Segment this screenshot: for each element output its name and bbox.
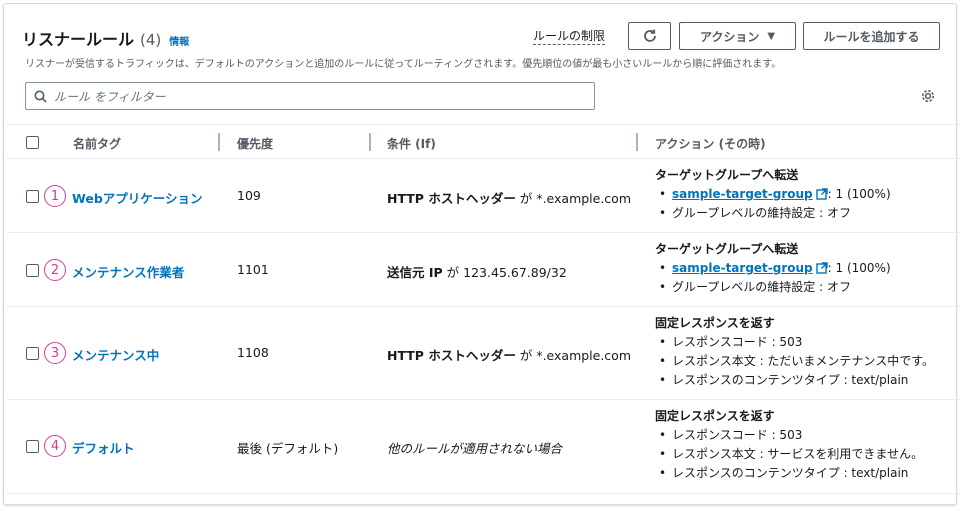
- filter-input[interactable]: ルール をフィルター: [25, 82, 595, 110]
- rule-action: 固定レスポンスを返す レスポンスコード : 503 レスポンス本文 : サービス…: [655, 407, 923, 483]
- condition-op: が: [519, 348, 533, 363]
- annotation-number: 1: [44, 185, 66, 207]
- annotation-number: 3: [44, 342, 66, 364]
- response-body-item: レスポンス本文 : サービスを利用できません。: [655, 445, 923, 464]
- refresh-icon: [643, 29, 656, 42]
- actions-dropdown-button[interactable]: アクション ▼: [679, 22, 796, 50]
- filter-placeholder: ルール をフィルター: [54, 89, 166, 104]
- listener-rules-panel: リスナールール (4) 情報 ルールの制限 アクション ▼ ルールを追加する リ…: [3, 3, 960, 505]
- caret-down-icon: ▼: [767, 30, 776, 42]
- condition-value: 123.45.67.89/32: [463, 265, 567, 280]
- target-group-link[interactable]: sample-target-group: [672, 261, 813, 275]
- condition-value: *.example.com: [536, 348, 632, 363]
- stickiness-item: グループレベルの維持設定 : オフ: [655, 278, 891, 297]
- table-row: 1 Webアプリケーション 109 HTTP ホストヘッダー が *.examp…: [7, 159, 960, 233]
- annotation-number: 2: [44, 259, 66, 281]
- column-name-tag[interactable]: 名前タグ: [73, 135, 121, 152]
- response-body-item: レスポンス本文 : ただいまメンテナンス中です。: [655, 352, 934, 371]
- action-title: 固定レスポンスを返す: [655, 316, 775, 330]
- condition-value: *.example.com: [536, 191, 632, 206]
- rule-action: 固定レスポンスを返す レスポンスコード : 503 レスポンス本文 : ただいま…: [655, 314, 934, 390]
- action-title: ターゲットグループへ転送: [655, 168, 799, 182]
- row-checkbox[interactable]: [26, 264, 39, 277]
- rule-condition: 送信元 IP が 123.45.67.89/32: [387, 262, 567, 281]
- column-action[interactable]: アクション (その時): [655, 135, 766, 152]
- target-group-item: sample-target-group : 1 (100%): [655, 259, 891, 278]
- content-type-item: レスポンスのコンテンツタイプ : text/plain: [655, 371, 934, 390]
- rule-count: (4): [140, 31, 162, 49]
- condition-text: 他のルールが適用されない場合: [387, 441, 563, 456]
- condition-type: HTTP ホストヘッダー: [387, 191, 516, 206]
- external-link-icon: [815, 188, 828, 200]
- info-link[interactable]: 情報: [169, 33, 189, 48]
- rule-limit-link[interactable]: ルールの制限: [533, 29, 606, 45]
- response-code-item: レスポンスコード : 503: [655, 426, 923, 445]
- condition-type: 送信元 IP: [387, 265, 443, 280]
- target-weight: : 1 (100%): [827, 187, 891, 201]
- content-type-item: レスポンスのコンテンツタイプ : text/plain: [655, 464, 923, 483]
- gear-icon[interactable]: [920, 88, 936, 107]
- rule-priority: 1108: [237, 345, 269, 360]
- description: リスナーが受信するトラフィックは、デフォルトのアクションと追加のルールに従ってル…: [25, 59, 782, 70]
- annotation-number: 4: [44, 435, 66, 457]
- column-divider: [369, 133, 371, 151]
- response-code-item: レスポンスコード : 503: [655, 333, 934, 352]
- rule-condition: 他のルールが適用されない場合: [387, 438, 562, 457]
- rule-action: ターゲットグループへ転送 sample-target-group : 1 (100…: [655, 240, 891, 297]
- refresh-button[interactable]: [628, 22, 671, 50]
- rule-condition: HTTP ホストヘッダー が *.example.com: [387, 188, 631, 207]
- row-checkbox[interactable]: [26, 440, 39, 453]
- rule-priority: 109: [237, 188, 261, 203]
- column-condition[interactable]: 条件 (If): [387, 135, 436, 152]
- column-divider: [636, 133, 638, 151]
- target-group-link[interactable]: sample-target-group: [672, 187, 813, 201]
- rule-priority: 1101: [237, 262, 269, 277]
- rule-condition: HTTP ホストヘッダー が *.example.com: [387, 345, 631, 364]
- add-rule-button[interactable]: ルールを追加する: [803, 22, 940, 50]
- row-checkbox[interactable]: [26, 347, 39, 360]
- action-title: ターゲットグループへ転送: [655, 242, 799, 256]
- rule-priority: 最後 (デフォルト): [237, 441, 339, 456]
- rule-name-link[interactable]: メンテナンス中: [72, 345, 159, 364]
- table-row: 3 メンテナンス中 1108 HTTP ホストヘッダー が *.example.…: [7, 307, 960, 400]
- target-group-item: sample-target-group : 1 (100%): [655, 185, 891, 204]
- condition-type: HTTP ホストヘッダー: [387, 348, 516, 363]
- stickiness-item: グループレベルの維持設定 : オフ: [655, 204, 891, 223]
- target-weight: : 1 (100%): [827, 261, 891, 275]
- search-icon: [34, 90, 47, 103]
- condition-op: が: [519, 191, 533, 206]
- rule-name-link[interactable]: Webアプリケーション: [72, 188, 203, 207]
- column-priority[interactable]: 優先度: [237, 135, 273, 152]
- condition-op: が: [446, 265, 460, 280]
- external-link-icon: [815, 262, 828, 274]
- row-checkbox[interactable]: [26, 190, 39, 203]
- select-all-checkbox[interactable]: [26, 136, 39, 149]
- rule-name-link[interactable]: メンテナンス作業者: [72, 262, 184, 281]
- rule-action: ターゲットグループへ転送 sample-target-group : 1 (100…: [655, 166, 891, 223]
- rule-name-link[interactable]: デフォルト: [72, 438, 135, 457]
- action-title: 固定レスポンスを返す: [655, 409, 775, 423]
- column-divider: [218, 133, 220, 151]
- page-title: リスナールール (4) 情報: [22, 26, 189, 50]
- title-text: リスナールール: [22, 30, 135, 49]
- table-row: 4 デフォルト 最後 (デフォルト) 他のルールが適用されない場合 固定レスポン…: [7, 400, 960, 494]
- table-row: 2 メンテナンス作業者 1101 送信元 IP が 123.45.67.89/3…: [7, 233, 960, 307]
- actions-label: アクション: [699, 29, 760, 44]
- table-header: 名前タグ 優先度 条件 (If) アクション (その時): [7, 124, 960, 159]
